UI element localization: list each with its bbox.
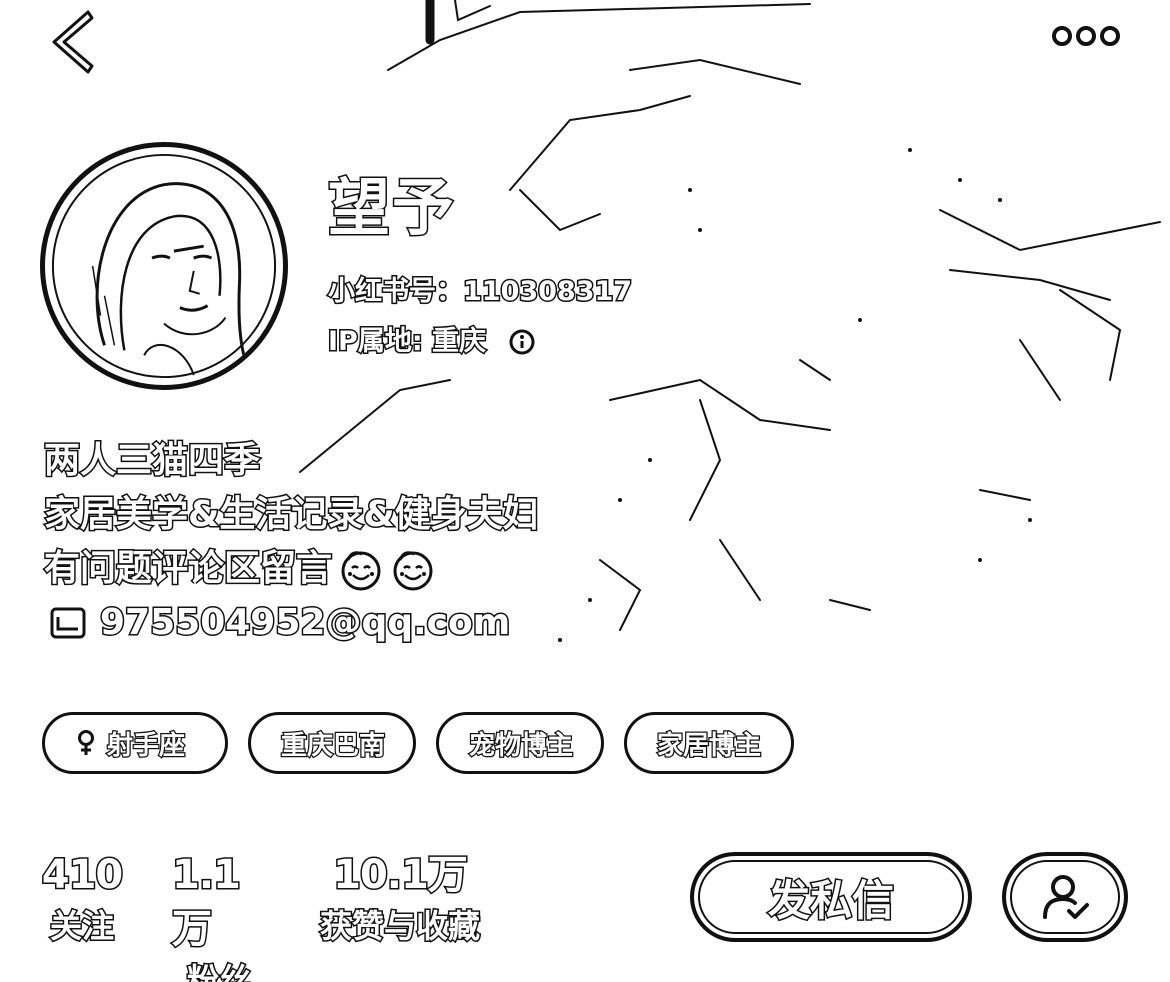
chevron-left-icon	[52, 10, 94, 74]
bio-email-row: 975504952@qq.com	[44, 596, 664, 650]
stat-likes[interactable]: 10.1万 获赞与收藏	[306, 848, 494, 950]
female-icon	[78, 730, 94, 755]
bio-line-2: 家居美学&生活记录&健身夫妇	[43, 493, 541, 537]
followed-button[interactable]	[1002, 852, 1128, 942]
bio-line-3: 有问题评论区留言	[42, 547, 333, 591]
user-check-icon	[1043, 875, 1089, 919]
likes-label: 获赞与收藏	[318, 906, 481, 947]
profile-name: 望予	[326, 170, 457, 245]
info-icon[interactable]	[508, 328, 536, 356]
smiling-face-icon	[393, 551, 433, 591]
back-button[interactable]	[44, 6, 104, 76]
tag-pet-blogger[interactable]: 宠物博主	[436, 712, 604, 774]
stat-fans[interactable]: 1.1万 粉丝	[171, 848, 266, 982]
fans-count: 1.1万	[171, 851, 243, 954]
smiling-face-icon	[341, 551, 381, 591]
red-id: 小红书号：110308317	[326, 275, 633, 309]
avatar-portrait	[51, 153, 277, 379]
bio-line-3-row: 有问题评论区留言	[42, 542, 664, 596]
bio-email[interactable]: 975504952@qq.com	[98, 596, 511, 650]
tag-label: 重庆巴南	[280, 729, 387, 762]
tag-location[interactable]: 重庆巴南	[248, 712, 416, 774]
following-count: 410	[40, 851, 124, 900]
profile-tags: 射手座 重庆巴南 宠物博主 家居博主	[42, 712, 794, 774]
stat-following[interactable]: 410 关注	[40, 848, 124, 950]
likes-count: 10.1万	[332, 851, 470, 900]
more-options-button[interactable]	[1044, 18, 1124, 54]
mail-icon	[50, 607, 86, 639]
more-dots-icon	[1052, 26, 1120, 46]
following-label: 关注	[48, 906, 115, 947]
bio: 两人三猫四季 家居美学&生活记录&健身夫妇 有问题评论区留言 975504952…	[42, 434, 664, 650]
profile-stats: 410 关注 1.1万 粉丝 10.1万 获赞与收藏	[40, 848, 494, 982]
send-message-label: 发私信	[766, 874, 895, 926]
tag-label: 家居博主	[656, 729, 763, 762]
ip-location-row: IP属地: 重庆	[326, 322, 536, 362]
send-message-button[interactable]: 发私信	[690, 852, 972, 942]
avatar[interactable]	[40, 142, 288, 390]
ip-location: IP属地: 重庆	[326, 325, 487, 359]
fans-label: 粉丝	[185, 960, 252, 982]
tag-home-blogger[interactable]: 家居博主	[624, 712, 794, 774]
tag-label: 射手座	[106, 729, 187, 762]
tag-label: 宠物博主	[468, 729, 575, 762]
tag-zodiac[interactable]: 射手座	[42, 712, 228, 774]
bio-line-1: 两人三猫四季	[43, 439, 262, 483]
